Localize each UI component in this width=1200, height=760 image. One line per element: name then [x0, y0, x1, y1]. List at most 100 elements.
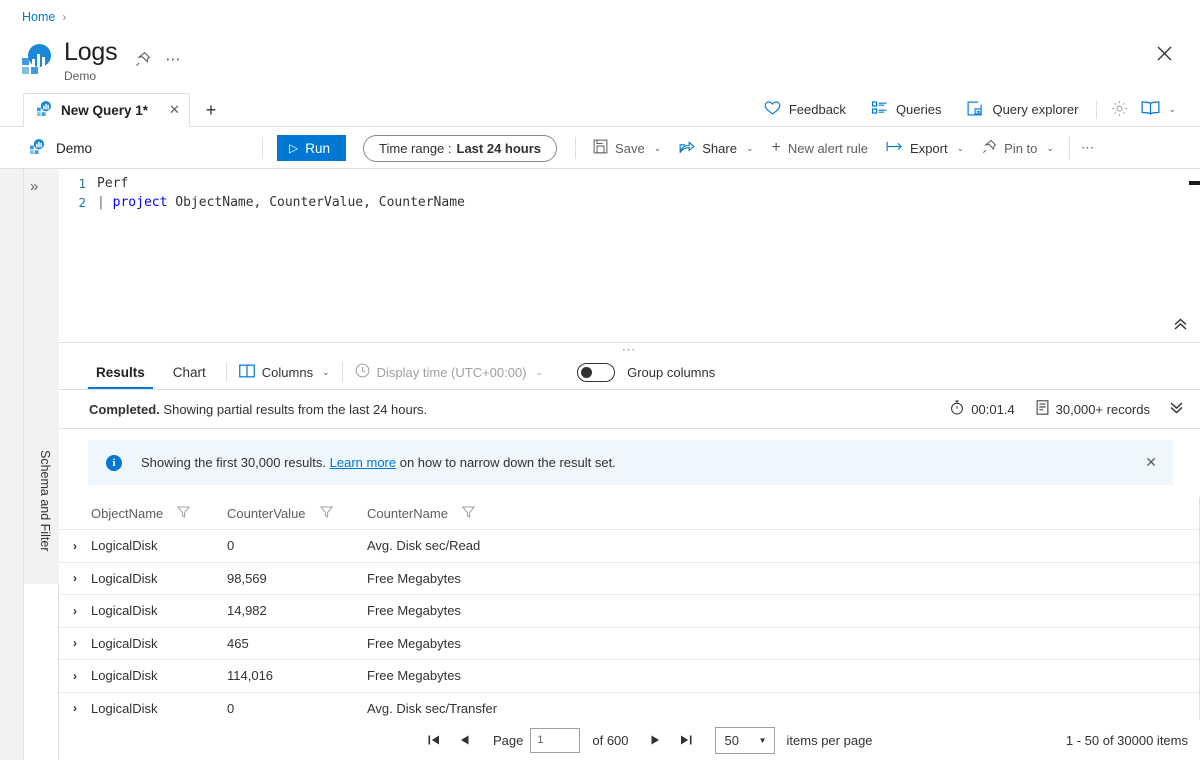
column-header-label[interactable]: ObjectName	[91, 506, 163, 521]
column-header-countervalue[interactable]: CounterValue	[227, 506, 367, 521]
column-header-countername[interactable]: CounterName	[367, 506, 537, 521]
schema-and-filter-rail[interactable]	[0, 169, 24, 760]
columns-button[interactable]: Columns ⌄	[238, 364, 330, 381]
group-columns-toggle[interactable]	[577, 362, 616, 382]
page-size-value: 50	[724, 732, 739, 748]
export-button[interactable]: Export ⌄	[877, 132, 973, 164]
next-page-button[interactable]	[641, 727, 671, 753]
expand-row-icon[interactable]: ›	[59, 636, 91, 650]
tab-chart[interactable]: Chart	[165, 355, 214, 389]
cell-objectname: LogicalDisk	[91, 538, 158, 554]
ellipsis-icon[interactable]: ⋯	[165, 50, 181, 68]
chevron-down-icon[interactable]: ⌄	[322, 367, 330, 378]
queries-button[interactable]: Queries	[859, 93, 955, 126]
schema-and-filter-label[interactable]: Schema and Filter	[32, 450, 52, 551]
share-button[interactable]: Share ⌄	[670, 132, 762, 164]
editor-results-splitter[interactable]: ⋯	[59, 341, 1200, 357]
chevron-down-icon[interactable]: ⌄	[1046, 143, 1054, 154]
tab-new-query-1[interactable]: New Query 1* ✕	[23, 93, 190, 127]
feedback-button[interactable]: Feedback	[751, 93, 859, 126]
column-header-objectname[interactable]: ObjectName	[91, 506, 227, 521]
cell-countername: Avg. Disk sec/Read	[367, 538, 481, 554]
settings-button[interactable]	[1102, 93, 1137, 126]
breadcrumb-home[interactable]: Home	[22, 10, 55, 24]
timer-icon	[950, 400, 964, 418]
columns-icon	[238, 364, 255, 381]
chevron-down-icon[interactable]: ⌄	[957, 143, 965, 154]
filter-icon[interactable]	[177, 506, 191, 521]
column-header-label[interactable]: CounterName	[367, 506, 448, 521]
close-banner-button[interactable]: ✕	[1145, 454, 1157, 471]
filter-icon[interactable]	[319, 506, 333, 521]
save-label: Save	[615, 140, 645, 156]
editor-scrollbar[interactable]	[1189, 181, 1200, 185]
expand-row-icon[interactable]: ›	[59, 701, 91, 715]
page-size-select[interactable]: 50 ▼	[714, 726, 775, 754]
expand-row-icon[interactable]: ›	[59, 571, 91, 585]
new-alert-rule-button[interactable]: + New alert rule	[762, 132, 877, 164]
divider	[1096, 100, 1098, 119]
table-row[interactable]: › LogicalDisk 14,982 Free Megabytes	[59, 595, 1200, 628]
learn-more-link[interactable]: Learn more	[330, 455, 396, 470]
save-button[interactable]: Save ⌄	[584, 132, 670, 164]
close-blade-button[interactable]	[1151, 40, 1177, 66]
filter-icon[interactable]	[461, 506, 476, 521]
chevron-down-icon: ⌄	[535, 366, 544, 377]
table-row[interactable]: › LogicalDisk 0 Avg. Disk sec/Transfer	[59, 693, 1200, 721]
pin-icon[interactable]	[135, 51, 151, 67]
book-icon	[1141, 100, 1160, 119]
previous-page-button[interactable]	[449, 727, 479, 753]
chevron-down-icon[interactable]: ▼	[759, 736, 767, 745]
queries-label: Queries	[895, 102, 942, 117]
page-number-input[interactable]	[530, 727, 581, 753]
banner-text-before: Showing the first 30,000 results.	[141, 455, 326, 470]
chevron-down-icon[interactable]: ⌄	[746, 143, 754, 154]
results-status-bar: Completed. Showing partial results from …	[59, 390, 1200, 429]
status-message: Completed. Showing partial results from …	[89, 402, 427, 417]
breadcrumb-separator-icon: ›	[62, 10, 67, 24]
tab-results[interactable]: Results	[88, 355, 153, 389]
expand-row-icon[interactable]: ›	[59, 669, 91, 683]
line-number: 1	[78, 176, 86, 191]
query-editor[interactable]: 1 Perf 2 | project ObjectName, CounterVa…	[59, 169, 1200, 343]
more-commands-button[interactable]: ⋯	[1072, 132, 1104, 164]
chevron-down-icon[interactable]: ⌄	[654, 143, 662, 154]
workspace-selector[interactable]: Demo	[30, 139, 92, 157]
table-row[interactable]: › LogicalDisk 0 Avg. Disk sec/Read	[59, 530, 1200, 563]
expand-schema-icon[interactable]: »	[30, 178, 38, 195]
cell-countervalue: 98,569	[227, 570, 267, 586]
tab-close-icon[interactable]: ✕	[169, 102, 180, 118]
records-icon	[1036, 400, 1049, 418]
last-page-button[interactable]	[671, 727, 701, 753]
collapse-editor-button[interactable]	[1173, 318, 1188, 334]
item-range-label: 1 - 50 of 30000 items	[1065, 732, 1188, 748]
command-bar: Demo ▷ Run Time range : Last 24 hours Sa…	[0, 128, 1200, 169]
cell-objectname: LogicalDisk	[91, 635, 158, 651]
collapse-status-button[interactable]	[1169, 401, 1184, 417]
table-row[interactable]: › LogicalDisk 114,016 Free Megabytes	[59, 660, 1200, 693]
query-explorer-button[interactable]: Query explorer	[954, 93, 1091, 126]
column-header-label[interactable]: CounterValue	[227, 506, 306, 521]
time-range-picker[interactable]: Time range : Last 24 hours	[363, 134, 558, 162]
table-row[interactable]: › LogicalDisk 465 Free Megabytes	[59, 628, 1200, 660]
divider	[262, 137, 264, 159]
chevron-down-icon[interactable]: ⌄	[1168, 104, 1176, 115]
table-row[interactable]: › LogicalDisk 98,569 Free Megabytes	[59, 563, 1200, 595]
add-query-tab-button[interactable]: +	[200, 99, 222, 121]
query-explorer-label: Query explorer	[992, 102, 1079, 117]
grid-pager: Page of 600 50 ▼ items per page 1 - 50 o…	[59, 720, 1200, 760]
expand-row-icon[interactable]: ›	[59, 604, 91, 618]
run-button[interactable]: ▷ Run	[277, 135, 347, 161]
first-page-button[interactable]	[419, 727, 449, 753]
tab-strip-actions: Feedback Queries Query explorer ⌄	[751, 93, 1182, 126]
expand-row-icon[interactable]: ›	[59, 539, 91, 553]
info-icon: i	[106, 454, 122, 471]
heart-icon	[764, 100, 781, 119]
share-label: Share	[702, 140, 737, 156]
pin-to-label: Pin to	[1004, 140, 1038, 156]
pin-to-button[interactable]: Pin to ⌄	[973, 132, 1063, 164]
code-line: 1 Perf	[59, 174, 465, 193]
documentation-button[interactable]: ⌄	[1137, 93, 1182, 126]
records-value: 30,000+ records	[1055, 401, 1150, 417]
divider	[1068, 137, 1070, 159]
